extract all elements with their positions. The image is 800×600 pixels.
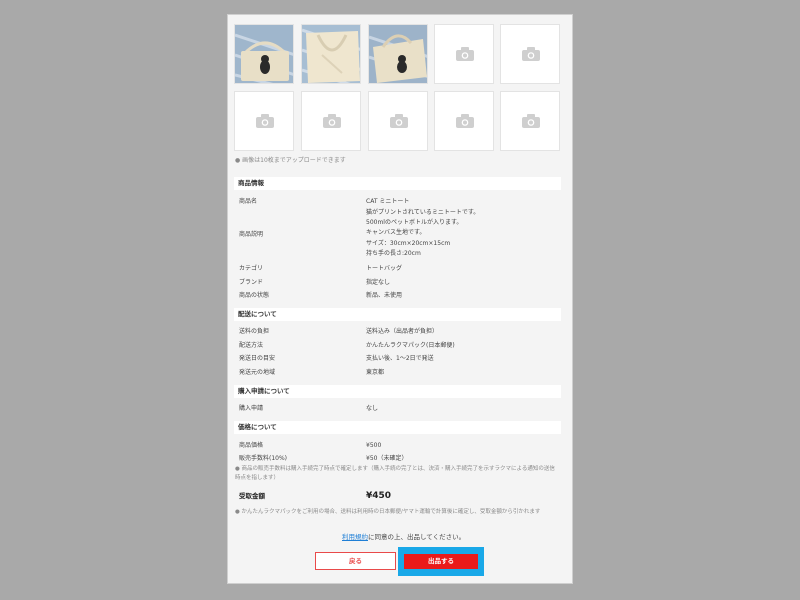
purchase-request-value: なし bbox=[366, 405, 379, 412]
photo-slot-empty[interactable] bbox=[434, 91, 494, 151]
photo-slot-empty[interactable] bbox=[368, 91, 428, 151]
terms-text: に同意の上、出品してください。 bbox=[368, 533, 466, 541]
photo-slot-empty[interactable] bbox=[301, 91, 361, 151]
shipping-days-label: 発送日の目安 bbox=[239, 355, 276, 362]
camera-icon bbox=[256, 114, 274, 128]
condition-label: 商品の状態 bbox=[239, 292, 270, 299]
terms-agreement: 利用規約に同意の上、出品してください。 bbox=[342, 531, 465, 541]
section-title-purchase: 購入申請について bbox=[234, 385, 561, 398]
purchase-request-label: 購入申請 bbox=[239, 405, 264, 412]
shipping-fee-value: 送料込み（出品者が負担） bbox=[366, 328, 439, 335]
product-name-value: CAT ミニトート bbox=[366, 198, 410, 205]
product-desc-label: 商品説明 bbox=[239, 231, 264, 238]
sales-fee-value: ¥50（未確定） bbox=[366, 455, 408, 462]
section-title-shipping: 配送について bbox=[234, 308, 561, 321]
price-label: 商品価格 bbox=[239, 442, 264, 449]
section-title-price: 価格について bbox=[234, 421, 561, 434]
sales-fee-label: 販売手数料(10%) bbox=[239, 455, 288, 462]
submit-button-highlight: 出品する bbox=[398, 547, 484, 576]
product-desc-value: 猫がプリントされているミニトートです。 500mlのペットボトルが入ります。 キ… bbox=[366, 208, 479, 259]
shipping-deduction-note: ● かんたんラクマパックをご利用の場合、送料は利用時の日本郵便/ヤマト運輸で計算… bbox=[235, 509, 541, 515]
desc-line: 猫がプリントされているミニトートです。 bbox=[366, 209, 480, 216]
shipping-origin-label: 発送元の地域 bbox=[239, 369, 276, 376]
shipping-origin-value: 東京都 bbox=[366, 369, 385, 376]
photo-3[interactable] bbox=[368, 24, 428, 84]
photo-1[interactable] bbox=[234, 24, 294, 84]
brand-value: 指定なし bbox=[366, 279, 391, 286]
condition-value: 新品、未使用 bbox=[366, 292, 403, 299]
camera-icon bbox=[522, 47, 540, 61]
shipping-fee-label: 送料の負担 bbox=[239, 328, 270, 335]
terms-link[interactable]: 利用規約 bbox=[342, 533, 368, 541]
sales-fee-note: ● 商品の販売手数料は購入手続完了時点で確定します（購入手続の完了とは、決済・購… bbox=[235, 466, 555, 481]
price-value: ¥500 bbox=[366, 442, 382, 449]
photo-slot-empty[interactable] bbox=[500, 24, 560, 84]
shipping-method-label: 配送方法 bbox=[239, 342, 264, 349]
shipping-days-value: 支払い後、1〜2日で発送 bbox=[366, 355, 434, 362]
desc-line: 持ち手の長さ:20cm bbox=[366, 249, 421, 257]
category-label: カテゴリ bbox=[239, 265, 264, 272]
brand-label: ブランド bbox=[239, 279, 264, 286]
earnings-value: ¥450 bbox=[366, 491, 392, 501]
camera-icon bbox=[522, 114, 540, 128]
product-name-label: 商品名 bbox=[239, 198, 258, 205]
camera-icon bbox=[456, 114, 474, 128]
desc-line: キャンバス生地です。 bbox=[366, 229, 426, 237]
back-button[interactable]: 戻る bbox=[315, 552, 396, 570]
desc-line: 500mlのペットボトルが入ります。 bbox=[366, 219, 463, 227]
photo-2[interactable] bbox=[301, 24, 361, 84]
camera-icon bbox=[390, 114, 408, 128]
photo-slot-empty[interactable] bbox=[234, 91, 294, 151]
earnings-label: 受取金額 bbox=[239, 492, 265, 500]
upload-note: ● 画像は10枚までアップロードできます bbox=[235, 157, 346, 164]
photo-slot-empty[interactable] bbox=[500, 91, 560, 151]
shipping-method-value: かんたんラクマパック(日本郵便) bbox=[366, 342, 455, 349]
desc-line: サイズ：30cm×20cm×15cm bbox=[366, 239, 451, 247]
section-title-product: 商品情報 bbox=[234, 177, 561, 190]
list-item-button[interactable]: 出品する bbox=[404, 554, 478, 569]
camera-icon bbox=[456, 47, 474, 61]
camera-icon bbox=[323, 114, 341, 128]
category-value: トートバッグ bbox=[366, 265, 403, 272]
photo-slot-empty[interactable] bbox=[434, 24, 494, 84]
